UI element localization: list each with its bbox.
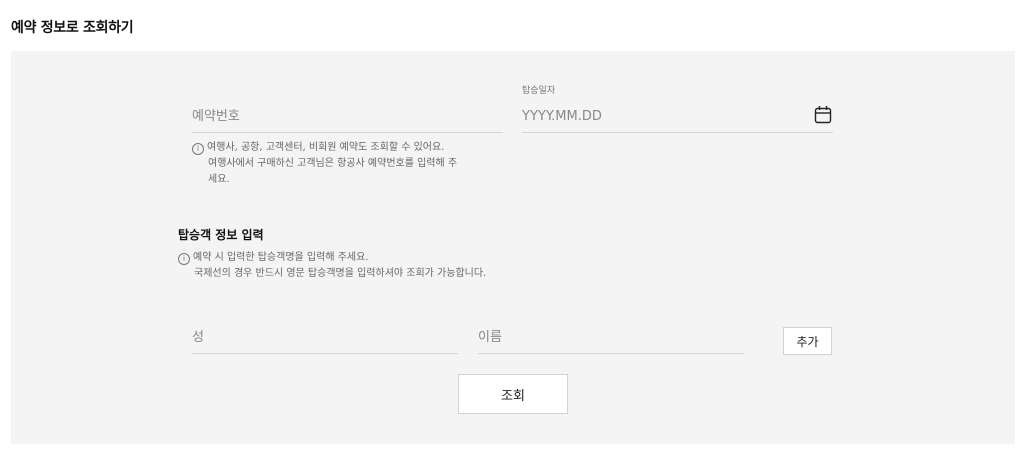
last-name-input[interactable] xyxy=(192,330,458,345)
passenger-hint-line-2: 국제선의 경우 반드시 영문 탑승객명을 입력하셔야 조회가 가능합니다. xyxy=(194,268,487,279)
info-icon: i xyxy=(192,143,204,155)
reservation-number-input[interactable] xyxy=(192,109,503,124)
passenger-hint: i 예약 시 입력한 탑승객명을 입력해 주세요. 국제선의 경우 반드시 영문 … xyxy=(178,250,738,282)
passenger-hint-line-1: 예약 시 입력한 탑승객명을 입력해 주세요. xyxy=(193,252,369,263)
calendar-icon[interactable] xyxy=(814,105,832,125)
passenger-section-title: 탑승객 정보 입력 xyxy=(178,228,264,242)
first-name-field[interactable] xyxy=(478,309,744,354)
add-passenger-button[interactable]: 추가 xyxy=(783,327,832,355)
boarding-date-input[interactable] xyxy=(522,109,802,124)
first-name-input[interactable] xyxy=(478,330,744,345)
reservation-hint-line-3: 세요. xyxy=(208,174,230,185)
boarding-date-field[interactable] xyxy=(522,87,833,133)
reservation-hint-line-2: 여행사에서 구매하신 고객님은 항공사 예약번호를 입력해 주 xyxy=(208,158,458,169)
reservation-number-field[interactable] xyxy=(192,87,503,133)
last-name-field[interactable] xyxy=(192,309,458,354)
info-icon: i xyxy=(178,253,190,265)
reservation-hint: i 여행사, 공항, 고객센터, 비회원 예약도 조회할 수 있어요. 여행사에서… xyxy=(192,140,512,188)
reservation-hint-line-1: 여행사, 공항, 고객센터, 비회원 예약도 조회할 수 있어요. xyxy=(207,142,445,153)
page-title: 예약 정보로 조회하기 xyxy=(11,20,134,36)
search-button[interactable]: 조회 xyxy=(458,374,568,414)
reservation-lookup-panel: i여행사, 공항, 고객센터, 비회원 예약도 조회할 수 있어요. 여행사에서… xyxy=(11,51,1015,444)
